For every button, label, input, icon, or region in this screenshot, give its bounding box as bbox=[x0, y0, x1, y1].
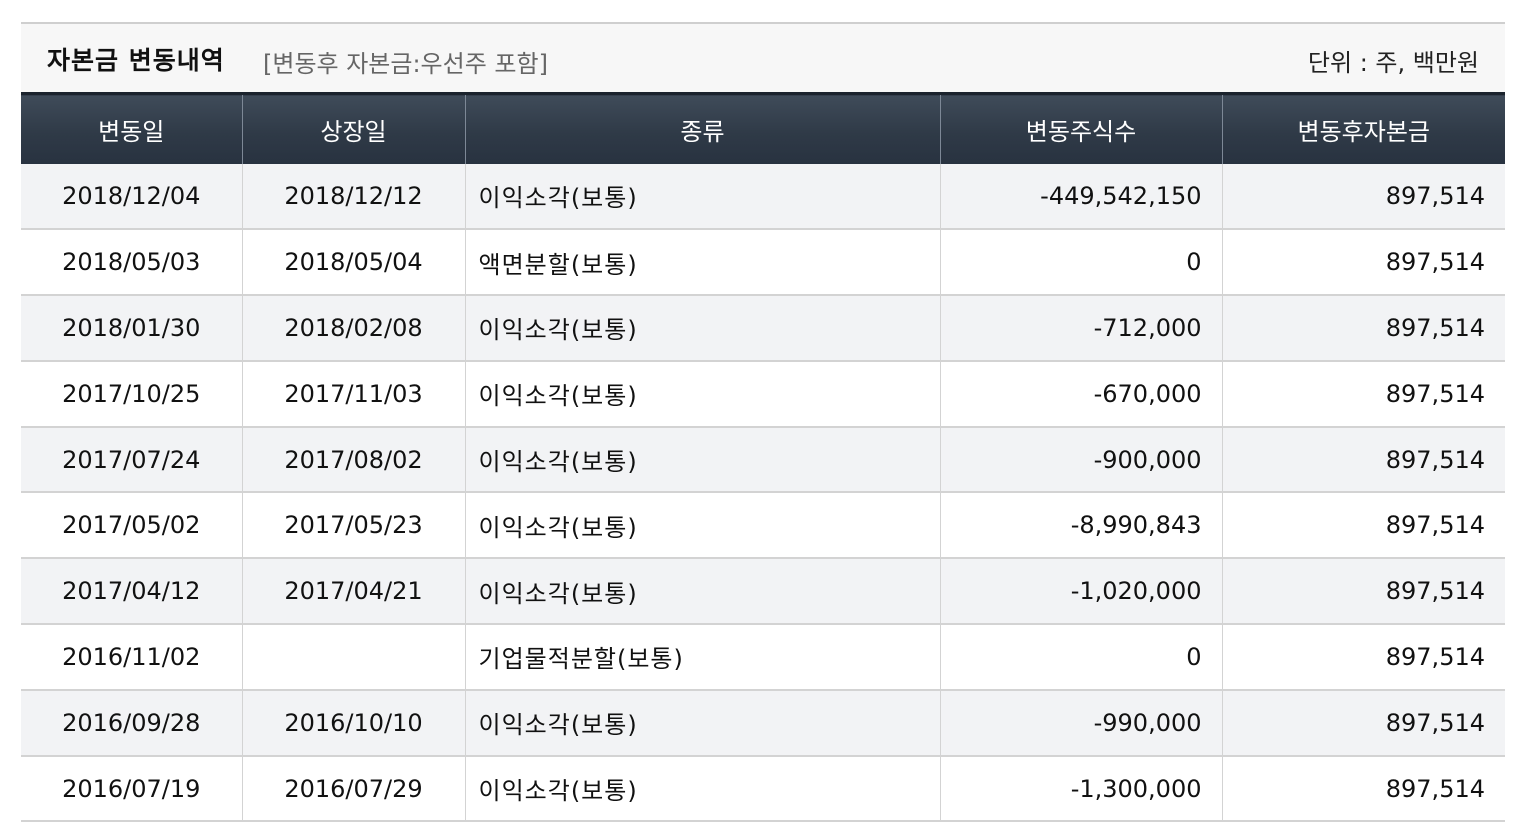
cell-type: 기업물적분할(보통) bbox=[464, 624, 940, 691]
header-row: 변동일 상장일 종류 변동주식수 변동후자본금 bbox=[21, 92, 1505, 164]
capital-change-table: 변동일 상장일 종류 변동주식수 변동후자본금 2018/12/04 2018/1… bbox=[21, 92, 1505, 823]
cell-listing-date: 2017/05/23 bbox=[241, 492, 465, 560]
cell-listing-date: 2016/10/10 bbox=[241, 689, 465, 757]
unit-label: 단위 : 주, 백만원 bbox=[1307, 49, 1479, 77]
cell-listing-date: 2016/07/29 bbox=[241, 755, 465, 823]
table-row: 2017/07/24 2017/08/02 이익소각(보통) -900,000 897,… bbox=[21, 426, 1505, 494]
cell-type: 이익소각(보통) bbox=[464, 558, 940, 626]
cell-capital-after: 897,514 bbox=[1221, 755, 1505, 823]
table-row: 2018/01/30 2018/02/08 이익소각(보통) -712,000 897,… bbox=[21, 295, 1505, 362]
cell-change-date: 2017/05/02 bbox=[21, 492, 242, 560]
cell-type: 이익소각(보통) bbox=[464, 426, 940, 494]
cell-shares-changed: 0 bbox=[939, 229, 1222, 297]
cell-shares-changed: -670,000 bbox=[939, 360, 1222, 428]
table-row: 2017/05/02 2017/05/23 이익소각(보통) -8,990,843 89… bbox=[21, 492, 1505, 560]
cell-change-date: 2016/07/19 bbox=[21, 755, 242, 823]
cell-capital-after: 897,514 bbox=[1221, 295, 1505, 362]
cell-shares-changed: -900,000 bbox=[939, 426, 1222, 494]
cell-listing-date: 2017/04/21 bbox=[241, 558, 465, 626]
cell-shares-changed: -1,300,000 bbox=[939, 755, 1222, 823]
cell-capital-after: 897,514 bbox=[1221, 360, 1505, 428]
cell-type: 이익소각(보통) bbox=[464, 295, 940, 362]
table-body: 2018/12/04 2018/12/12 이익소각(보통) -449,542,150… bbox=[21, 163, 1505, 823]
column-header-listing-date: 상장일 bbox=[241, 92, 465, 164]
cell-change-date: 2018/01/30 bbox=[21, 295, 242, 362]
cell-type: 이익소각(보통) bbox=[464, 360, 940, 428]
column-header-capital-after: 변동후자본금 bbox=[1221, 92, 1505, 164]
cell-shares-changed: 0 bbox=[939, 624, 1222, 691]
panel-title: 자본금 변동내역 bbox=[47, 46, 225, 75]
panel-subtitle: [변동후 자본금:우선주 포함] bbox=[263, 50, 548, 78]
cell-type: 이익소각(보통) bbox=[464, 163, 940, 231]
cell-change-date: 2017/07/24 bbox=[21, 426, 242, 494]
cell-shares-changed: -449,542,150 bbox=[939, 163, 1222, 231]
cell-shares-changed: -990,000 bbox=[939, 689, 1222, 757]
cell-capital-after: 897,514 bbox=[1221, 426, 1505, 494]
cell-change-date: 2017/04/12 bbox=[21, 558, 242, 626]
cell-capital-after: 897,514 bbox=[1221, 558, 1505, 626]
table-row: 2017/04/12 2017/04/21 이익소각(보통) -1,020,000 89… bbox=[21, 558, 1505, 626]
cell-capital-after: 897,514 bbox=[1221, 624, 1505, 691]
cell-capital-after: 897,514 bbox=[1221, 229, 1505, 297]
column-header-change-date: 변동일 bbox=[21, 92, 242, 164]
cell-type: 이익소각(보통) bbox=[464, 492, 940, 560]
cell-change-date: 2016/11/02 bbox=[21, 624, 242, 691]
table-row: 2016/11/02 기업물적분할(보통) 0 897,514 bbox=[21, 624, 1505, 691]
table-row: 2016/09/28 2016/10/10 이익소각(보통) -990,000 897,… bbox=[21, 689, 1505, 757]
cell-change-date: 2017/10/25 bbox=[21, 360, 242, 428]
column-header-shares-changed: 변동주식수 bbox=[939, 92, 1222, 164]
cell-listing-date: 2017/11/03 bbox=[241, 360, 465, 428]
cell-listing-date: 2018/12/12 bbox=[241, 163, 465, 231]
cell-type: 이익소각(보통) bbox=[464, 689, 940, 757]
cell-shares-changed: -8,990,843 bbox=[939, 492, 1222, 560]
cell-listing-date: 2018/05/04 bbox=[241, 229, 465, 297]
cell-listing-date: 2018/02/08 bbox=[241, 295, 465, 362]
cell-capital-after: 897,514 bbox=[1221, 492, 1505, 560]
table-row: 2016/07/19 2016/07/29 이익소각(보통) -1,300,000 89… bbox=[21, 755, 1505, 823]
table-row: 2017/10/25 2017/11/03 이익소각(보통) -670,000 897,… bbox=[21, 360, 1505, 428]
cell-type: 이익소각(보통) bbox=[464, 755, 940, 823]
cell-shares-changed: -1,020,000 bbox=[939, 558, 1222, 626]
table-row: 2018/05/03 2018/05/04 액면분할(보통) 0 897,514 bbox=[21, 229, 1505, 297]
title-bar: 자본금 변동내역 [변동후 자본금:우선주 포함] 단위 : 주, 백만원 bbox=[21, 22, 1505, 92]
cell-change-date: 2018/05/03 bbox=[21, 229, 242, 297]
cell-change-date: 2016/09/28 bbox=[21, 689, 242, 757]
cell-listing-date: 2017/08/02 bbox=[241, 426, 465, 494]
table-header: 변동일 상장일 종류 변동주식수 변동후자본금 bbox=[21, 92, 1505, 164]
cell-capital-after: 897,514 bbox=[1221, 163, 1505, 231]
cell-listing-date bbox=[241, 624, 465, 691]
cell-shares-changed: -712,000 bbox=[939, 295, 1222, 362]
column-header-type: 종류 bbox=[464, 92, 940, 164]
cell-capital-after: 897,514 bbox=[1221, 689, 1505, 757]
cell-change-date: 2018/12/04 bbox=[21, 163, 242, 231]
capital-change-panel: 자본금 변동내역 [변동후 자본금:우선주 포함] 단위 : 주, 백만원 변동… bbox=[21, 22, 1505, 823]
cell-type: 액면분할(보통) bbox=[464, 229, 940, 297]
table-row: 2018/12/04 2018/12/12 이익소각(보통) -449,542,150… bbox=[21, 163, 1505, 231]
